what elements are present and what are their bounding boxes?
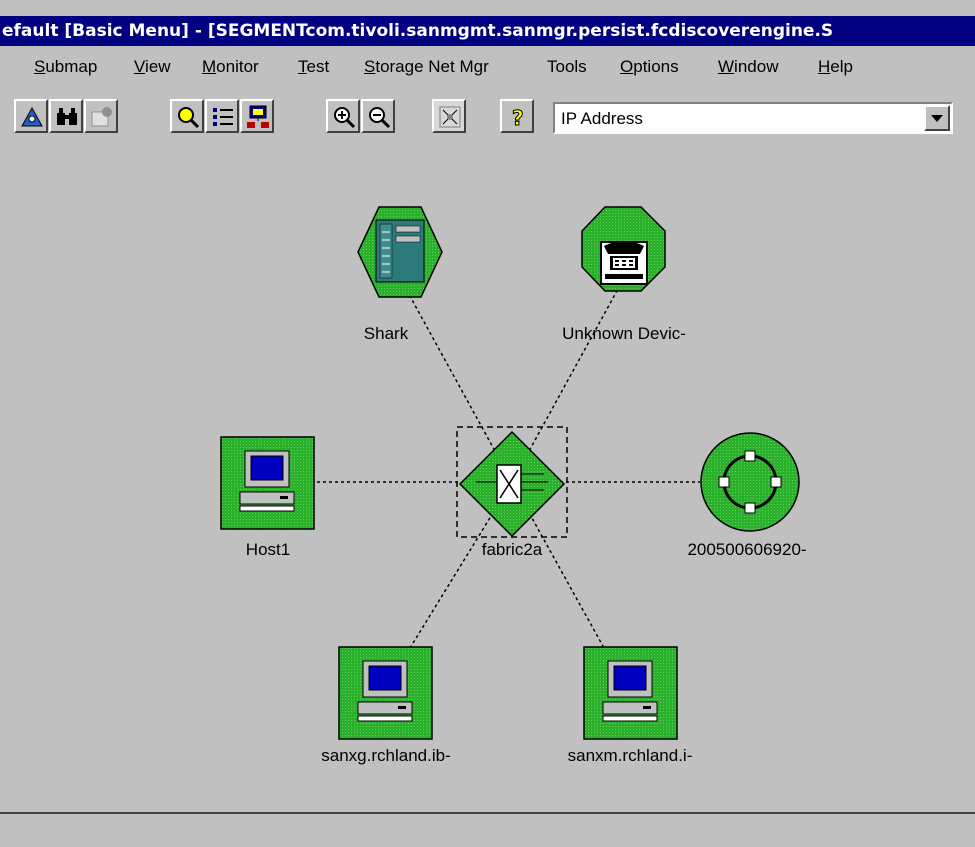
- node-shark[interactable]: [357, 206, 443, 298]
- network-button[interactable]: [240, 99, 274, 133]
- menu-storage-net-mgr[interactable]: Storage Net Mgr: [364, 57, 489, 77]
- telephone-icon: [600, 241, 648, 285]
- node-sanxg[interactable]: [338, 646, 433, 740]
- status-bar-divider: [0, 812, 975, 814]
- node-label-sanxm: sanxm.rchland.i-: [567, 746, 693, 765]
- list-button[interactable]: [205, 99, 239, 133]
- zoom-object-button[interactable]: [170, 99, 204, 133]
- binoculars-icon: [57, 108, 77, 125]
- help-button[interactable]: ?: [500, 99, 534, 133]
- zoom-in-button[interactable]: [326, 99, 360, 133]
- node-label-host1: Host1: [245, 540, 291, 559]
- question-icon: ?: [512, 106, 525, 131]
- node-label-sanxg: sanxg.rchland.ib-: [321, 746, 451, 765]
- topology-map: Shark Unknown Devic- Host1 fabric2a 2005…: [0, 150, 975, 810]
- menu-window[interactable]: Window: [718, 57, 778, 77]
- menu-help[interactable]: Help: [818, 57, 853, 77]
- node-host1[interactable]: [220, 436, 315, 530]
- node-hub[interactable]: [700, 432, 800, 532]
- menu-tools[interactable]: Tools: [547, 57, 587, 77]
- storage-server-icon: [375, 219, 425, 283]
- network-icon: [247, 105, 269, 128]
- fit-button[interactable]: [432, 99, 466, 133]
- zoom-in-icon: [334, 107, 356, 129]
- magnifier-icon: [178, 107, 200, 129]
- computer-icon: [239, 450, 295, 512]
- computer-icon: [357, 660, 413, 722]
- topology-svg: [220, 206, 800, 740]
- menu-submap[interactable]: Submap: [34, 57, 97, 77]
- label-type-select[interactable]: IP Address: [553, 102, 953, 134]
- zoom-out-icon: [369, 107, 391, 129]
- label-type-value: IP Address: [561, 109, 643, 128]
- menu-test[interactable]: Test: [298, 57, 329, 77]
- node-label-shark: Shark: [363, 324, 409, 343]
- fit-icon: [439, 106, 461, 128]
- menu-options[interactable]: Options: [620, 57, 679, 77]
- node-fabric[interactable]: [456, 426, 568, 538]
- menu-bar: Submap View Monitor Test Storage Net Mgr…: [0, 48, 975, 90]
- object-disabled-icon: [91, 107, 112, 127]
- computer-icon: [602, 660, 658, 722]
- node-label-unknown: Unknown Devic-: [562, 324, 686, 343]
- node-label-hub: 200500606920-: [687, 540, 807, 559]
- chevron-down-icon: [931, 115, 943, 122]
- node-label-fabric: fabric2a: [481, 540, 543, 559]
- menu-monitor[interactable]: Monitor: [202, 57, 259, 77]
- home-map-button[interactable]: [14, 99, 48, 133]
- home-map-icon: [21, 106, 43, 127]
- list-icon: [213, 108, 233, 126]
- dropdown-button[interactable]: [924, 105, 950, 131]
- zoom-out-button[interactable]: [361, 99, 395, 133]
- object-button[interactable]: [84, 99, 118, 133]
- find-button[interactable]: [49, 99, 83, 133]
- menu-view[interactable]: View: [134, 57, 171, 77]
- node-unknown-device[interactable]: [581, 206, 666, 292]
- window-title: efault [Basic Menu] - [SEGMENTcom.tivoli…: [0, 16, 975, 46]
- svg-text:?: ?: [512, 106, 524, 130]
- node-sanxm[interactable]: [583, 646, 678, 740]
